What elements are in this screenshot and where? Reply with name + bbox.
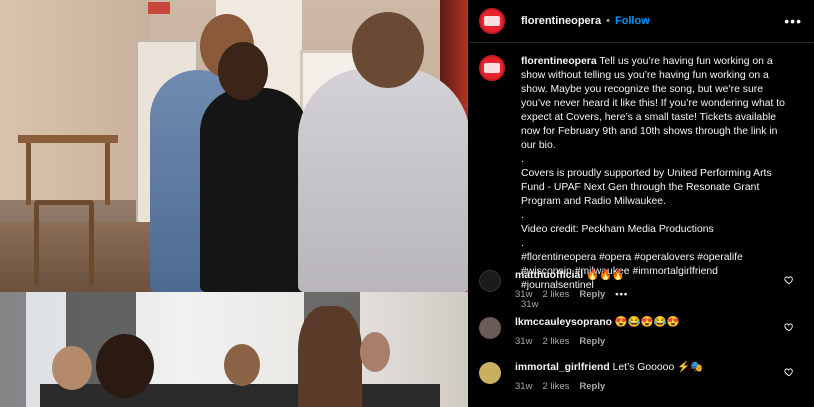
comment-body: lkmccauleysoprano 😍😂😍😂😍 31w 2 likes Repl… bbox=[515, 316, 785, 347]
person-head bbox=[96, 334, 154, 398]
comment-avatar[interactable] bbox=[479, 270, 501, 292]
comment-body: immortal_girlfriend Let’s Gooooo ⚡🎭 31w … bbox=[515, 361, 785, 392]
comment-line: immortal_girlfriend Let’s Gooooo ⚡🎭 bbox=[515, 361, 785, 375]
comment-more-icon[interactable]: ••• bbox=[615, 289, 628, 300]
comment-likes[interactable]: 2 likes bbox=[542, 381, 569, 392]
comment-item: immortal_girlfriend Let’s Gooooo ⚡🎭 31w … bbox=[479, 361, 804, 392]
window-blind bbox=[0, 292, 26, 407]
chair bbox=[34, 200, 94, 285]
profile-avatar[interactable] bbox=[479, 8, 505, 34]
caption-text-block: florentineopera Tell us you’re having fu… bbox=[521, 55, 791, 293]
logo-icon bbox=[484, 16, 500, 26]
separator-dot: • bbox=[606, 15, 610, 27]
person-head bbox=[352, 12, 424, 88]
post-header: florentineopera • Follow ••• bbox=[469, 0, 814, 43]
comment-avatar[interactable] bbox=[479, 362, 501, 384]
heart-outline-icon[interactable] bbox=[784, 367, 794, 377]
header-username[interactable]: florentineopera bbox=[521, 15, 601, 27]
comment-text: 😍😂😍😂😍 bbox=[614, 317, 680, 328]
comment-avatar[interactable] bbox=[479, 317, 501, 339]
follow-button[interactable]: Follow bbox=[615, 15, 650, 27]
comment-likes[interactable]: 2 likes bbox=[542, 289, 569, 300]
comment-line: matthuofficial 🔥🔥🔥 bbox=[515, 269, 785, 283]
comment-timestamp[interactable]: 31w bbox=[515, 336, 532, 347]
person-grey-shirt bbox=[298, 68, 468, 292]
person-black-shirt bbox=[200, 88, 308, 292]
table-leg bbox=[26, 143, 31, 205]
caption-text: Tell us you’re having fun working on a s… bbox=[521, 56, 785, 291]
comment-text: Let’s Gooooo ⚡🎭 bbox=[612, 362, 703, 373]
comment-username[interactable]: matthuofficial bbox=[515, 270, 583, 281]
wall bbox=[0, 0, 150, 200]
comment-meta: 31w 2 likes Reply bbox=[515, 336, 785, 347]
caption-avatar[interactable] bbox=[479, 55, 505, 81]
person-head bbox=[52, 346, 92, 390]
comment-username[interactable]: lkmccauleysoprano bbox=[515, 317, 612, 328]
heart-outline-icon[interactable] bbox=[784, 322, 794, 332]
logo-icon bbox=[484, 63, 500, 73]
comment-body: matthuofficial 🔥🔥🔥 31w 2 likes Reply ••• bbox=[515, 269, 785, 300]
reply-button[interactable]: Reply bbox=[579, 289, 605, 300]
comment-item: lkmccauleysoprano 😍😂😍😂😍 31w 2 likes Repl… bbox=[479, 316, 804, 347]
person-head bbox=[298, 306, 362, 407]
post-sidebar: florentineopera • Follow ••• florentineo… bbox=[469, 0, 814, 407]
comment-timestamp[interactable]: 31w bbox=[515, 289, 532, 300]
table-leg bbox=[105, 143, 110, 205]
more-options-icon[interactable]: ••• bbox=[784, 13, 802, 29]
person-head bbox=[224, 344, 260, 386]
comment-username[interactable]: immortal_girlfriend bbox=[515, 362, 610, 373]
exit-sign bbox=[148, 2, 170, 14]
video-frame-audience bbox=[0, 292, 468, 407]
person-head bbox=[360, 332, 390, 372]
comment-likes[interactable]: 2 likes bbox=[542, 336, 569, 347]
comment-item: matthuofficial 🔥🔥🔥 31w 2 likes Reply ••• bbox=[479, 269, 804, 300]
comment-meta: 31w 2 likes Reply ••• bbox=[515, 289, 785, 300]
comment-line: lkmccauleysoprano 😍😂😍😂😍 bbox=[515, 316, 785, 330]
table bbox=[18, 135, 118, 143]
reply-button[interactable]: Reply bbox=[579, 381, 605, 392]
heart-outline-icon[interactable] bbox=[784, 275, 794, 285]
video-frame-rehearsal-hug bbox=[0, 0, 468, 292]
comment-text: 🔥🔥🔥 bbox=[586, 270, 625, 281]
seated-people bbox=[40, 384, 440, 407]
caption-username[interactable]: florentineopera bbox=[521, 56, 597, 67]
person-head bbox=[218, 42, 268, 100]
comment-meta: 31w 2 likes Reply bbox=[515, 381, 785, 392]
reply-button[interactable]: Reply bbox=[579, 336, 605, 347]
caption-timestamp[interactable]: 31w bbox=[521, 298, 791, 312]
comment-timestamp[interactable]: 31w bbox=[515, 381, 532, 392]
post-media[interactable] bbox=[0, 0, 468, 407]
